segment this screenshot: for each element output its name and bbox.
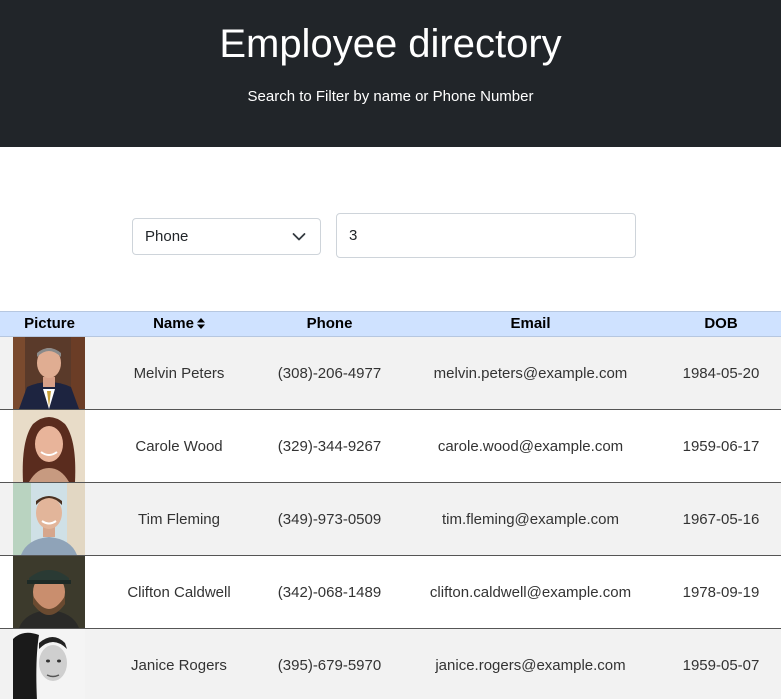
dob-cell: 1967-05-16	[682, 510, 760, 528]
table-row: Clifton Caldwell (342)-068-1489 clifton.…	[0, 555, 781, 629]
phone-cell: (329)-344-9267	[277, 437, 382, 455]
column-header-name[interactable]: Name	[99, 311, 259, 337]
column-header-dob: DOB	[661, 311, 781, 337]
dob-cell: 1984-05-20	[682, 364, 760, 382]
page-title: Employee directory	[219, 22, 562, 66]
email-cell: melvin.peters@example.com	[433, 364, 628, 382]
table-row: Janice Rogers (395)-679-5970 janice.roge…	[0, 628, 781, 699]
name-cell: Melvin Peters	[133, 364, 225, 382]
phone-cell: (395)-679-5970	[277, 656, 382, 674]
sort-icon[interactable]	[196, 318, 205, 329]
column-header-picture: Picture	[0, 311, 99, 337]
avatar	[13, 483, 85, 555]
picture-cell	[0, 410, 99, 483]
table-row: Carole Wood (329)-344-9267 carole.wood@e…	[0, 409, 781, 483]
avatar	[13, 410, 85, 482]
email-cell: clifton.caldwell@example.com	[429, 583, 632, 601]
dob-cell: 1959-05-07	[682, 656, 760, 674]
email-cell: carole.wood@example.com	[437, 437, 624, 455]
table-header-row: Picture Name Phone Email DOB	[0, 311, 781, 337]
table-row: Tim Fleming (349)-973-0509 tim.fleming@e…	[0, 482, 781, 556]
name-cell: Clifton Caldwell	[127, 583, 231, 601]
filter-field-select[interactable]: Phone	[132, 218, 321, 255]
avatar	[13, 556, 85, 628]
picture-cell	[0, 483, 99, 556]
email-cell: tim.fleming@example.com	[442, 510, 619, 528]
table-row: Melvin Peters (308)-206-4977 melvin.pete…	[0, 336, 781, 410]
page-header: Employee directory Search to Filter by n…	[0, 0, 781, 147]
column-header-phone: Phone	[259, 311, 400, 337]
dob-cell: 1959-06-17	[682, 437, 760, 455]
name-cell: Carole Wood	[135, 437, 223, 455]
phone-cell: (349)-973-0509	[277, 510, 382, 528]
picture-cell	[0, 629, 99, 699]
filter-field-selected-value: Phone	[145, 228, 189, 245]
dob-cell: 1978-09-19	[682, 583, 760, 601]
column-header-name-label: Name	[153, 315, 194, 332]
chevron-down-icon	[292, 233, 306, 241]
avatar	[13, 629, 85, 699]
name-cell: Janice Rogers	[131, 656, 227, 674]
email-cell: janice.rogers@example.com	[435, 656, 626, 674]
page-subtitle: Search to Filter by name or Phone Number	[247, 88, 534, 105]
phone-cell: (342)-068-1489	[277, 583, 382, 601]
avatar	[13, 337, 85, 409]
name-cell: Tim Fleming	[138, 510, 220, 528]
picture-cell	[0, 337, 99, 410]
employee-table: Picture Name Phone Email DOB Melvin Pete…	[0, 311, 781, 699]
phone-cell: (308)-206-4977	[277, 364, 382, 382]
search-input[interactable]	[336, 213, 636, 258]
picture-cell	[0, 556, 99, 629]
column-header-email: Email	[400, 311, 661, 337]
